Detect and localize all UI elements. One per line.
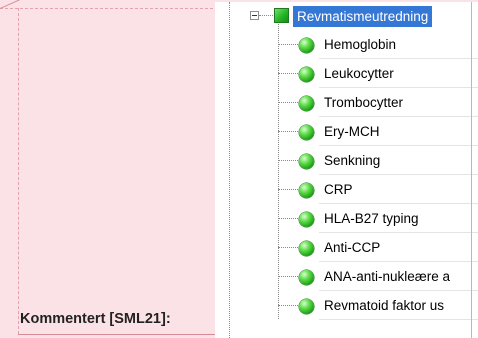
row-divider [319, 145, 478, 146]
row-divider [319, 319, 478, 320]
tree-connector [278, 102, 298, 103]
tree-node-label[interactable]: ANA-anti-nukleære a [324, 268, 450, 286]
tree-connector [278, 73, 298, 74]
tree-node-child[interactable]: CRP [215, 176, 478, 204]
tree-connector [278, 160, 298, 161]
tree-connector [278, 276, 298, 277]
comment-connector-line [0, 0, 20, 25]
green-ball-icon [299, 38, 314, 53]
row-divider [319, 174, 478, 175]
row-divider [319, 203, 478, 204]
row-divider [319, 116, 478, 117]
tree-node-label[interactable]: Hemoglobin [324, 36, 396, 54]
comment-author-label[interactable]: Kommentert [SML21]: [20, 311, 171, 327]
green-ball-icon [299, 96, 314, 111]
tree-node-child[interactable]: Trombocytter [215, 89, 478, 117]
column-divider [471, 30, 472, 338]
tree-connector [278, 44, 298, 45]
tree-node-root[interactable]: Revmatismeutredning [215, 2, 478, 30]
row-divider [319, 232, 478, 233]
green-square-icon [274, 8, 289, 23]
tree-node-child[interactable]: HLA-B27 typing [215, 205, 478, 233]
green-ball-icon [299, 154, 314, 169]
tree-node-label[interactable]: Anti-CCP [324, 239, 380, 257]
tree-connector [278, 131, 298, 132]
row-divider [319, 290, 478, 291]
tree-node-label[interactable]: Senkning [324, 152, 380, 170]
tree-connector [259, 15, 273, 16]
tree-node-label[interactable]: Revmatoid faktor us [324, 297, 444, 315]
tree-node-label[interactable]: Ery-MCH [324, 123, 380, 141]
tree-node-label[interactable]: Leukocytter [324, 65, 394, 83]
tree-node-child[interactable]: Anti-CCP [215, 234, 478, 262]
green-ball-icon [299, 125, 314, 140]
green-ball-icon [299, 67, 314, 82]
green-ball-icon [299, 270, 314, 285]
tree-node-child[interactable]: Hemoglobin [215, 31, 478, 59]
tree-node-child[interactable]: Ery-MCH [215, 118, 478, 146]
row-divider [319, 87, 478, 88]
tree-connector [278, 247, 298, 248]
tree-node-child[interactable]: Revmatoid faktor us [215, 292, 478, 320]
column-divider [471, 2, 472, 30]
tree-node-label[interactable]: Revmatismeutredning [293, 6, 433, 27]
row-divider [319, 58, 478, 59]
green-ball-icon [299, 241, 314, 256]
tree-view[interactable]: Revmatismeutredning Hemoglobin Leukocytt… [215, 2, 478, 338]
green-ball-icon [299, 212, 314, 227]
tree-connector [278, 189, 298, 190]
row-divider [319, 261, 478, 262]
green-ball-icon [299, 299, 314, 314]
tree-node-label[interactable]: CRP [324, 181, 353, 199]
tree-connector [278, 218, 298, 219]
tree-connector [278, 305, 298, 306]
tree-node-child[interactable]: Leukocytter [215, 60, 478, 88]
tree-node-label[interactable]: Trombocytter [324, 94, 403, 112]
comment-border-left [18, 8, 19, 334]
green-ball-icon [299, 183, 314, 198]
tree-node-label[interactable]: HLA-B27 typing [324, 210, 419, 228]
tree-node-child[interactable]: Senkning [215, 147, 478, 175]
collapse-toggle-icon[interactable] [250, 11, 259, 20]
tree-node-child[interactable]: ANA-anti-nukleære a [215, 263, 478, 291]
